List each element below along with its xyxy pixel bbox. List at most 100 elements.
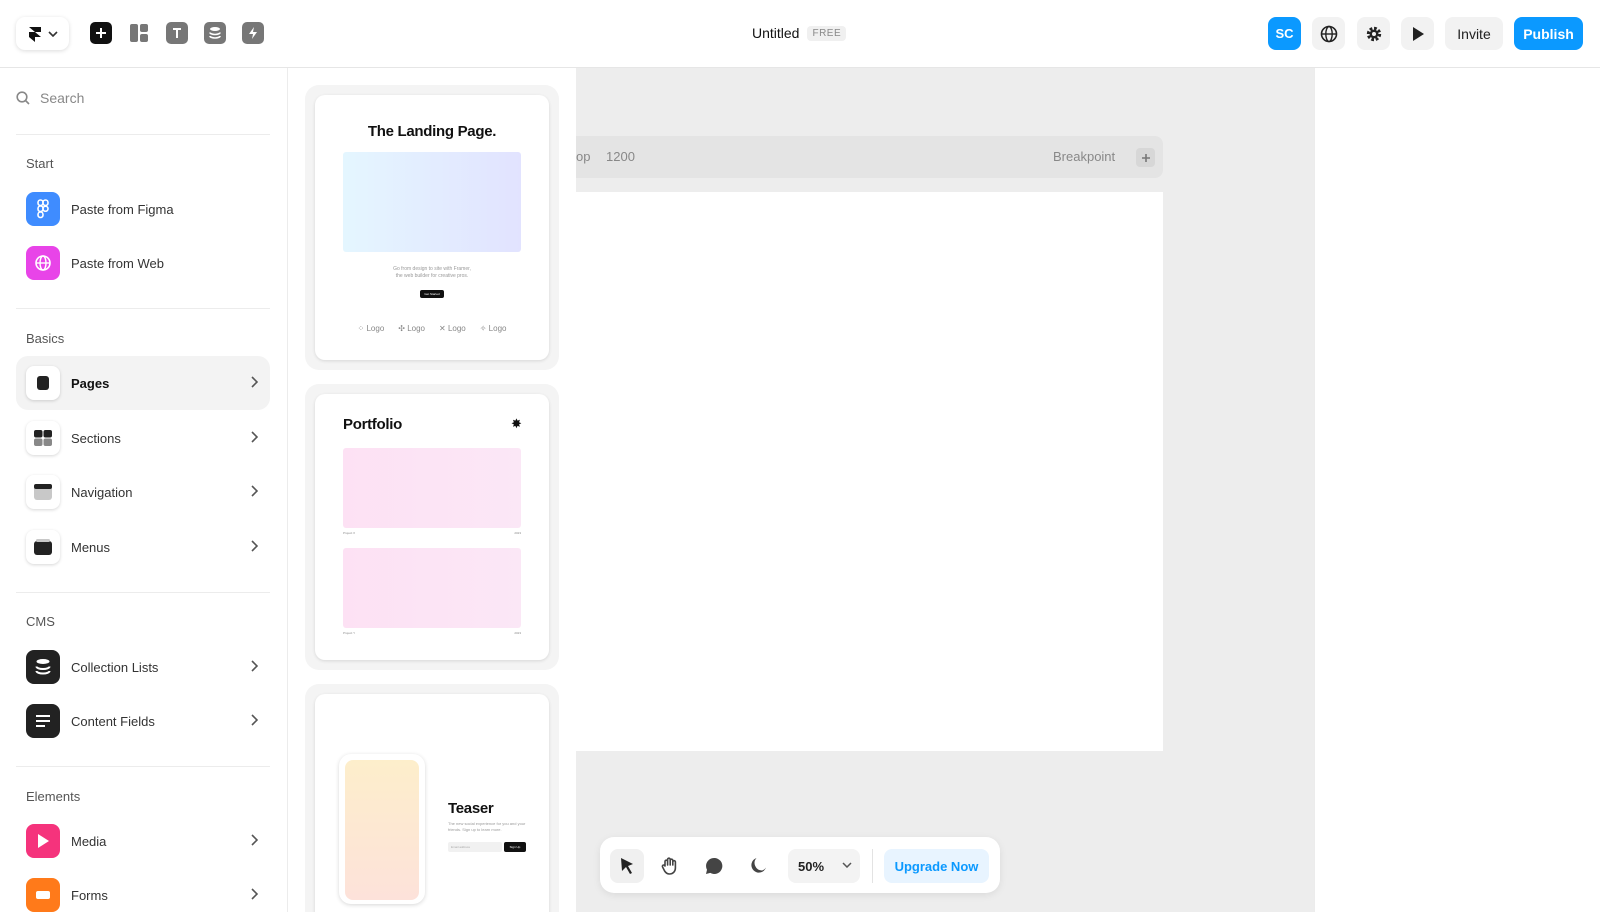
project-image — [343, 548, 521, 628]
sidebar-item-media[interactable]: Media — [16, 814, 270, 868]
preview-button[interactable] — [1401, 17, 1434, 50]
sidebar-item-paste-from-figma[interactable]: Paste from Figma — [16, 182, 270, 236]
search-field[interactable]: Search — [16, 90, 84, 106]
project-caption: Project X 2023 — [343, 531, 521, 535]
design-canvas[interactable]: op 1200 Breakpoint 50% Upgrade Now — [576, 68, 1314, 912]
user-avatar[interactable]: SC — [1268, 17, 1301, 50]
sidebar-item-pages[interactable]: Pages — [16, 356, 270, 410]
layout-icon[interactable] — [128, 22, 150, 44]
comment-icon — [706, 857, 723, 874]
logo-mark-icon: ✣ — [398, 324, 405, 333]
breakpoint-width: 1200 — [606, 149, 635, 164]
template-text-line: the web builder for creative pros. — [395, 273, 469, 279]
settings-button[interactable] — [1357, 17, 1390, 50]
project-image — [343, 448, 521, 528]
form-icon — [26, 878, 60, 912]
invite-button[interactable]: Invite — [1445, 17, 1503, 50]
properties-panel — [1314, 68, 1600, 912]
canvas-toolbar: 50% Upgrade Now — [600, 837, 1000, 893]
document-title[interactable]: Untitled FREE — [752, 25, 847, 41]
section-title-basics: Basics — [26, 331, 65, 346]
framer-menu-button[interactable] — [16, 17, 69, 50]
email-input-preview: Email address — [448, 842, 502, 852]
sidebar-item-label: Paste from Figma — [71, 201, 174, 217]
hero-image — [343, 152, 521, 252]
insert-icon[interactable] — [90, 22, 112, 44]
globe-button[interactable] — [1312, 17, 1345, 50]
template-teaser[interactable]: Teaser The new social experience for you… — [305, 684, 559, 912]
sidebar-item-sections[interactable]: Sections — [16, 411, 270, 465]
add-breakpoint-button[interactable] — [1136, 148, 1155, 167]
sidebar-item-label: Media — [71, 833, 107, 849]
template-title: Teaser — [448, 800, 494, 817]
template-text-line: Go from design to site with Framer, — [393, 266, 471, 272]
insert-sidebar: Search Start Paste from Figma Paste from… — [0, 68, 288, 912]
hand-tool-button[interactable] — [653, 849, 687, 883]
menus-icon — [26, 530, 60, 564]
chevron-down-icon — [842, 862, 852, 868]
dark-mode-toggle[interactable] — [741, 849, 775, 883]
template-button: Get Started — [420, 290, 444, 298]
chevron-right-icon — [251, 714, 258, 726]
search-icon — [16, 91, 30, 105]
chevron-right-icon — [251, 888, 258, 900]
text-icon[interactable] — [166, 22, 188, 44]
sidebar-item-navigation[interactable]: Navigation — [16, 465, 270, 519]
chevron-right-icon — [251, 834, 258, 846]
globe-icon — [26, 246, 60, 280]
desktop-frame[interactable] — [576, 192, 1163, 751]
breakpoint-bar: op 1200 Breakpoint — [576, 136, 1163, 178]
moon-icon — [751, 858, 766, 873]
sidebar-item-label: Menus — [71, 539, 111, 555]
cms-icon[interactable] — [204, 22, 226, 44]
divider — [16, 592, 270, 593]
globe-icon — [1320, 25, 1337, 42]
sidebar-item-label: Paste from Web — [71, 255, 164, 271]
chevron-down-icon — [47, 30, 58, 37]
figma-icon — [26, 192, 60, 226]
breakpoint-name[interactable]: op — [576, 149, 590, 164]
top-bar: Untitled FREE SC Invite Publish — [0, 0, 1600, 68]
section-title-elements: Elements — [26, 789, 81, 804]
phone-mockup — [339, 754, 425, 904]
navigation-icon — [26, 475, 60, 509]
sidebar-item-paste-from-web[interactable]: Paste from Web — [16, 236, 270, 290]
templates-panel: The Landing Page. Go from design to site… — [288, 68, 576, 912]
logo-row: ⁘ Logo ✣ Logo ✕ Logo ✧ Logo — [315, 324, 549, 333]
add-breakpoint-label[interactable]: Breakpoint — [1053, 149, 1115, 164]
template-title: Portfolio — [343, 416, 402, 433]
play-icon — [26, 824, 60, 858]
plan-badge: FREE — [807, 25, 847, 41]
select-tool-button[interactable] — [610, 849, 644, 883]
chevron-right-icon — [251, 540, 258, 552]
template-portfolio[interactable]: Portfolio ✸ Project X 2023 Project Y 2023 — [305, 384, 559, 670]
template-card: The Landing Page. Go from design to site… — [315, 95, 549, 360]
gear-icon — [1366, 26, 1381, 41]
play-icon — [1412, 26, 1424, 41]
chevron-right-icon — [251, 431, 258, 443]
lightning-icon[interactable] — [242, 22, 264, 44]
sidebar-item-menus[interactable]: Menus — [16, 520, 270, 574]
template-card: Teaser The new social experience for you… — [315, 694, 549, 912]
signup-button-preview: Sign Up — [504, 842, 526, 852]
logo-item: ✕ Logo — [439, 324, 466, 333]
zoom-select[interactable]: 50% — [788, 849, 860, 883]
logo-mark-icon: ✧ — [479, 324, 487, 333]
template-card: Portfolio ✸ Project X 2023 Project Y 2023 — [315, 394, 549, 660]
template-landing-page[interactable]: The Landing Page. Go from design to site… — [305, 85, 559, 370]
toolbar-divider — [872, 849, 873, 883]
sidebar-item-forms[interactable]: Forms — [16, 868, 270, 912]
comment-tool-button[interactable] — [697, 849, 731, 883]
sidebar-item-label: Content Fields — [71, 713, 155, 729]
sidebar-item-content-fields[interactable]: Content Fields — [16, 694, 270, 748]
publish-button[interactable]: Publish — [1514, 17, 1583, 50]
logo-item: ✣ Logo — [398, 324, 425, 333]
star-mark-icon: ✸ — [511, 416, 522, 431]
section-title-cms: CMS — [26, 614, 55, 629]
cursor-icon — [621, 858, 633, 874]
logo-mark-icon: ✕ — [439, 324, 446, 333]
chevron-right-icon — [251, 660, 258, 672]
sidebar-item-collection-lists[interactable]: Collection Lists — [16, 640, 270, 694]
logo-item: ✧ Logo — [479, 324, 507, 333]
upgrade-now-button[interactable]: Upgrade Now — [884, 849, 989, 883]
